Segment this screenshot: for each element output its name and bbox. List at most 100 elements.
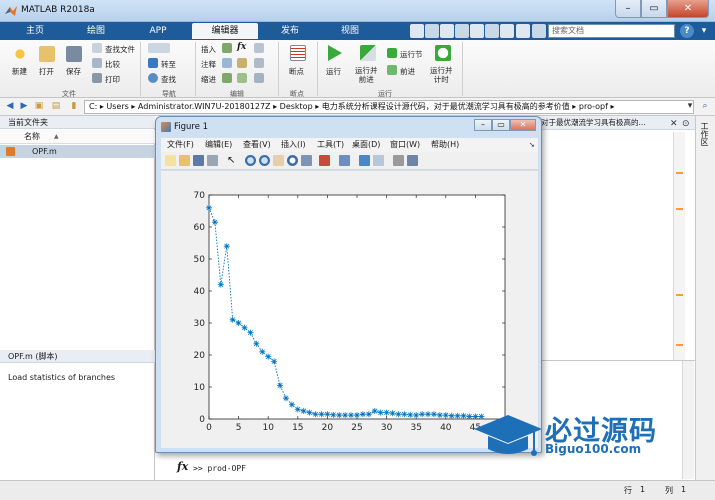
save-button[interactable]: 保存 (66, 66, 81, 77)
new-figure-icon[interactable] (165, 155, 176, 166)
switch-windows-icon[interactable] (500, 24, 514, 38)
editor-scrollbar[interactable] (673, 132, 685, 360)
path-crumb[interactable]: Administrator.WIN7U-20180127Z (138, 102, 271, 111)
name-column-header[interactable]: 名称 ▲ (0, 130, 155, 144)
search-folder-icon[interactable]: ⌕ (699, 100, 711, 113)
figure-close-button[interactable]: ✕ (510, 119, 536, 131)
expand-ribbon-icon[interactable]: ▾ (697, 24, 711, 38)
run-and-advance-button[interactable]: 运行并 前进 (355, 66, 378, 84)
save-icon[interactable] (410, 24, 424, 38)
run-section-button[interactable]: 运行节 (400, 49, 423, 60)
undo-icon[interactable] (470, 24, 484, 38)
wrap-comment-icon[interactable] (254, 58, 264, 68)
maximize-button[interactable]: ▭ (641, 0, 667, 18)
menu-dock-arrow-icon[interactable]: ➘ (529, 138, 535, 152)
forward-arrow-icon[interactable]: ▶ (18, 100, 30, 113)
comment-icon[interactable] (222, 58, 232, 68)
insert-button[interactable]: 插入 (201, 44, 216, 55)
menu-insert[interactable]: 插入(I) (281, 138, 306, 152)
run-section-icon[interactable] (387, 48, 397, 58)
tab-view[interactable]: 视图 (322, 23, 378, 39)
run-button[interactable]: 运行 (326, 66, 341, 77)
tab-apps[interactable]: APP (130, 23, 186, 39)
close-button[interactable]: ✕ (667, 0, 709, 18)
browse-folder-icon[interactable]: ▤ (50, 100, 62, 113)
path-crumb[interactable]: 电力系统分析课程设计源代码，对于最优潮流学习具有极高的参考价值 (322, 102, 570, 111)
run-and-time-icon[interactable] (435, 45, 451, 61)
search-input[interactable]: 搜索文档 (548, 24, 675, 38)
command-prompt[interactable]: >> prod-OPF (193, 464, 246, 473)
cut-icon[interactable] (425, 24, 439, 38)
brush-icon[interactable] (319, 155, 330, 166)
decrease-indent-icon[interactable] (254, 73, 264, 83)
sort-arrow-icon[interactable]: ▲ (54, 130, 59, 144)
zoom-out-icon[interactable] (259, 155, 270, 166)
increase-indent-icon[interactable] (237, 73, 247, 83)
tab-plots[interactable]: 绘图 (68, 23, 124, 39)
back-forward-icon[interactable] (148, 43, 170, 53)
current-folder-path[interactable]: C: ▸ Users ▸ Administrator.WIN7U-2018012… (84, 100, 694, 114)
rotate-3d-icon[interactable] (287, 155, 298, 166)
find-files-icon[interactable] (92, 43, 102, 53)
minimize-button[interactable]: – (615, 0, 641, 18)
back-arrow-icon[interactable]: ◀ (4, 100, 16, 113)
menu-window[interactable]: 窗口(W) (390, 138, 420, 152)
up-folder-icon[interactable]: ▣ (33, 100, 45, 113)
run-and-time-button[interactable]: 运行并 计时 (430, 66, 453, 84)
folder-icon[interactable]: ▮ (68, 100, 80, 113)
open-button[interactable]: 打开 (39, 66, 54, 77)
tab-publish[interactable]: 发布 (262, 23, 318, 39)
menu-tools[interactable]: 工具(T) (317, 138, 344, 152)
zoom-in-icon[interactable] (245, 155, 256, 166)
smart-indent-icon[interactable] (222, 73, 232, 83)
insert-section-icon[interactable] (222, 43, 232, 53)
hide-plot-tools-icon[interactable] (393, 155, 404, 166)
help-icon[interactable] (516, 24, 530, 38)
insert-function-icon[interactable] (254, 43, 264, 53)
print-figure-icon[interactable] (207, 155, 218, 166)
tab-editor[interactable]: 编辑器 (192, 23, 258, 39)
path-crumb[interactable]: pro-opf (579, 102, 608, 111)
figure-title-bar[interactable]: Figure 1 – ▭ ✕ (156, 117, 541, 137)
figure-maximize-button[interactable]: ▭ (492, 119, 510, 131)
goto-button[interactable]: 转至 (161, 59, 176, 70)
breakpoints-button[interactable]: 断点 (289, 66, 304, 77)
tab-home[interactable]: 主页 (10, 23, 60, 39)
advance-icon[interactable] (387, 65, 397, 75)
copy-icon[interactable] (440, 24, 454, 38)
uncomment-icon[interactable] (237, 58, 247, 68)
edit-plot-arrow-icon[interactable]: ↖ (227, 155, 238, 166)
fx-insert-function[interactable]: fx (237, 42, 246, 52)
run-icon[interactable] (325, 44, 343, 62)
dropdown-icon[interactable] (532, 24, 546, 38)
close-editor-icon[interactable]: ✕ (670, 119, 678, 129)
open-file-icon[interactable] (179, 155, 190, 166)
menu-view[interactable]: 查看(V) (243, 138, 271, 152)
help-button-icon[interactable]: ? (680, 24, 694, 38)
path-crumb[interactable]: Users (106, 102, 128, 111)
indent-button[interactable]: 缩进 (201, 74, 216, 85)
new-icon[interactable] (12, 46, 28, 62)
save-figure-icon[interactable] (193, 155, 204, 166)
data-cursor-icon[interactable] (301, 155, 312, 166)
insert-colorbar-icon[interactable] (359, 155, 370, 166)
open-folder-icon[interactable] (39, 46, 55, 62)
menu-file[interactable]: 文件(F) (167, 138, 194, 152)
paste-icon[interactable] (455, 24, 469, 38)
goto-icon[interactable] (148, 58, 158, 68)
print-icon[interactable] (92, 73, 102, 83)
file-row[interactable]: OPF.m (0, 145, 155, 158)
comment-button[interactable]: 注释 (201, 59, 216, 70)
pan-hand-icon[interactable] (273, 155, 284, 166)
find-files-button[interactable]: 查找文件 (105, 44, 135, 55)
menu-edit[interactable]: 编辑(E) (205, 138, 232, 152)
breakpoints-icon[interactable] (290, 45, 306, 61)
redo-icon[interactable] (485, 24, 499, 38)
menu-help[interactable]: 帮助(H) (431, 138, 459, 152)
link-plot-icon[interactable] (339, 155, 350, 166)
find-button[interactable]: 查找 (161, 74, 176, 85)
new-button[interactable]: 新建 (12, 66, 27, 77)
show-plot-tools-icon[interactable] (407, 155, 418, 166)
path-crumb[interactable]: Desktop (280, 102, 313, 111)
print-button[interactable]: 打印 (105, 74, 120, 85)
